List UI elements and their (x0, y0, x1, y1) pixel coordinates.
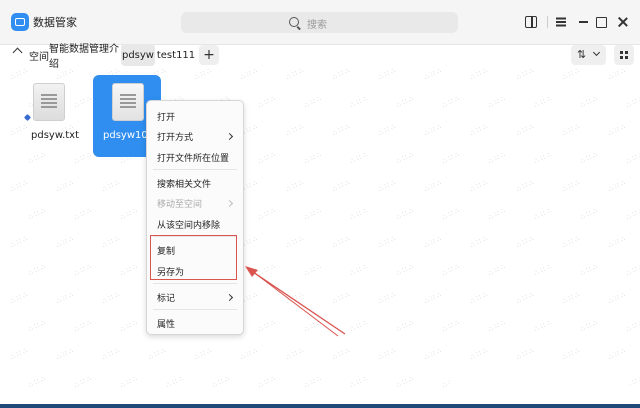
annotation-highlight-box (150, 235, 237, 280)
chevron-right-icon (225, 293, 234, 302)
menu-item-open[interactable]: 打开 (157, 110, 175, 123)
file-name: pdsyw.txt (31, 130, 80, 141)
tab-bar: 空间 智能数据管理介绍 pdsyw test111 + ⇅ (0, 44, 640, 70)
menu-divider (153, 169, 237, 170)
search-input[interactable]: 搜索 (181, 12, 458, 33)
bottom-overlay (450, 376, 630, 402)
titlebar-divider (547, 16, 548, 28)
menu-item-open-location[interactable]: 打开文件所在位置 (157, 151, 229, 164)
menu-item-search-related[interactable]: 搜索相关文件 (157, 177, 211, 190)
maximize-icon (595, 16, 607, 28)
sidebar-toggle-button[interactable] (523, 14, 539, 30)
search-placeholder: 搜索 (307, 20, 327, 31)
close-button[interactable] (615, 14, 631, 30)
title-bar: 数据管家 搜索 (0, 0, 640, 45)
menu-divider (153, 283, 237, 284)
grid-icon (620, 51, 623, 54)
chevron-up-icon[interactable] (12, 47, 23, 58)
menu-item-tag[interactable]: 标记 (157, 291, 175, 304)
menu-button[interactable] (553, 14, 569, 30)
minimize-icon (578, 21, 588, 23)
file-item[interactable]: pdsyw.txt (14, 75, 80, 155)
app-logo-icon (11, 13, 29, 31)
tab-intro[interactable]: 智能数据管理介绍 (49, 44, 119, 70)
sort-icon: ⇅ (577, 48, 587, 61)
menu-item-open-with[interactable]: 打开方式 (157, 130, 193, 143)
text-file-icon (112, 83, 144, 121)
minimize-button[interactable] (575, 14, 591, 30)
maximize-button[interactable] (593, 14, 609, 30)
text-file-icon (33, 83, 65, 121)
search-icon (289, 17, 299, 27)
add-tab-button[interactable]: + (199, 45, 219, 65)
app-window: 数据管家 搜索 空间 智能数据管理介绍 pdsyw test111 + ⇅ ∴ … (0, 0, 640, 404)
menu-item-move-to-space[interactable]: 移动至空间 (157, 197, 202, 210)
pin-icon (23, 113, 32, 122)
chevron-right-icon (225, 132, 234, 141)
chevron-down-icon (592, 48, 601, 57)
breadcrumb-space[interactable]: 空间 (29, 48, 49, 63)
app-title: 数据管家 (33, 16, 77, 29)
context-menu: 打开 打开方式 打开文件所在位置 搜索相关文件 移动至空间 从该空间内移除 复制… (146, 100, 244, 335)
sort-button[interactable]: ⇅ (571, 45, 606, 65)
chevron-right-icon (225, 199, 234, 208)
menu-divider (153, 309, 237, 310)
view-mode-button[interactable] (614, 45, 634, 65)
menu-item-remove-from-space[interactable]: 从该空间内移除 (157, 218, 220, 231)
hamburger-icon (556, 21, 566, 23)
tab-pdsyw[interactable]: pdsyw (121, 44, 155, 66)
menu-item-properties[interactable]: 属性 (157, 317, 175, 330)
sidebar-toggle-icon (525, 16, 537, 28)
close-icon (617, 16, 629, 28)
tab-test111[interactable]: test111 (157, 44, 195, 66)
file-grid: pdsyw.txt pdsyw1024.t (0, 70, 640, 404)
